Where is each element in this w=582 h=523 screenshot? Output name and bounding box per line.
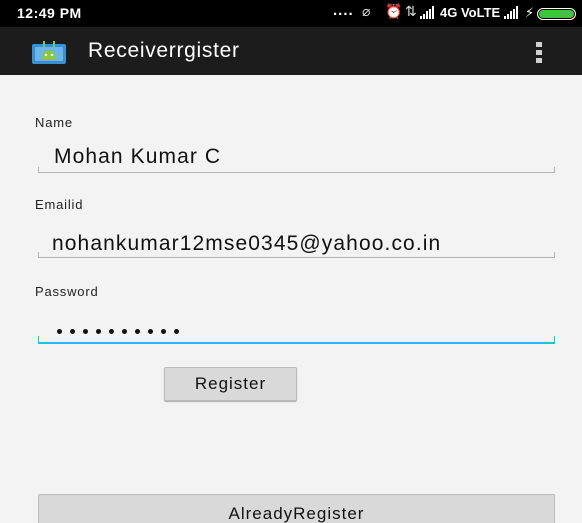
- status-time: 12:49 PM: [17, 5, 82, 21]
- battery-icon: [537, 8, 576, 20]
- alarm-icon: ⏰: [385, 3, 403, 19]
- charging-icon: ⚡: [525, 5, 535, 20]
- email-label: Emailid: [35, 197, 84, 212]
- signal-icon-2: [504, 6, 519, 19]
- name-label: Name: [35, 115, 73, 130]
- overflow-menu-icon[interactable]: [536, 42, 542, 64]
- android-app-icon: [32, 41, 66, 64]
- name-field-underline: [38, 167, 555, 173]
- password-label: Password: [35, 284, 99, 299]
- email-field-underline: [38, 252, 555, 258]
- password-field[interactable]: [57, 329, 179, 334]
- signal-icon: [420, 6, 435, 19]
- page-title: Receiverrgister: [88, 39, 240, 62]
- status-bar: 12:49 PM .... ⌀ ⏰ ⇅ 4G VoLTE ⚡: [0, 0, 582, 27]
- network-label: 4G VoLTE: [440, 5, 501, 20]
- action-bar: Receiverrgister: [0, 27, 582, 75]
- register-button[interactable]: Register: [164, 367, 297, 401]
- notification-dots: ....: [333, 2, 354, 19]
- already-register-button[interactable]: AlreadyRegister: [38, 494, 555, 523]
- data-transfer-icon: ⇅: [405, 3, 417, 19]
- password-field-underline: [38, 336, 555, 344]
- silent-icon: ⌀: [362, 3, 371, 19]
- name-field[interactable]: Mohan Kumar C: [54, 145, 221, 169]
